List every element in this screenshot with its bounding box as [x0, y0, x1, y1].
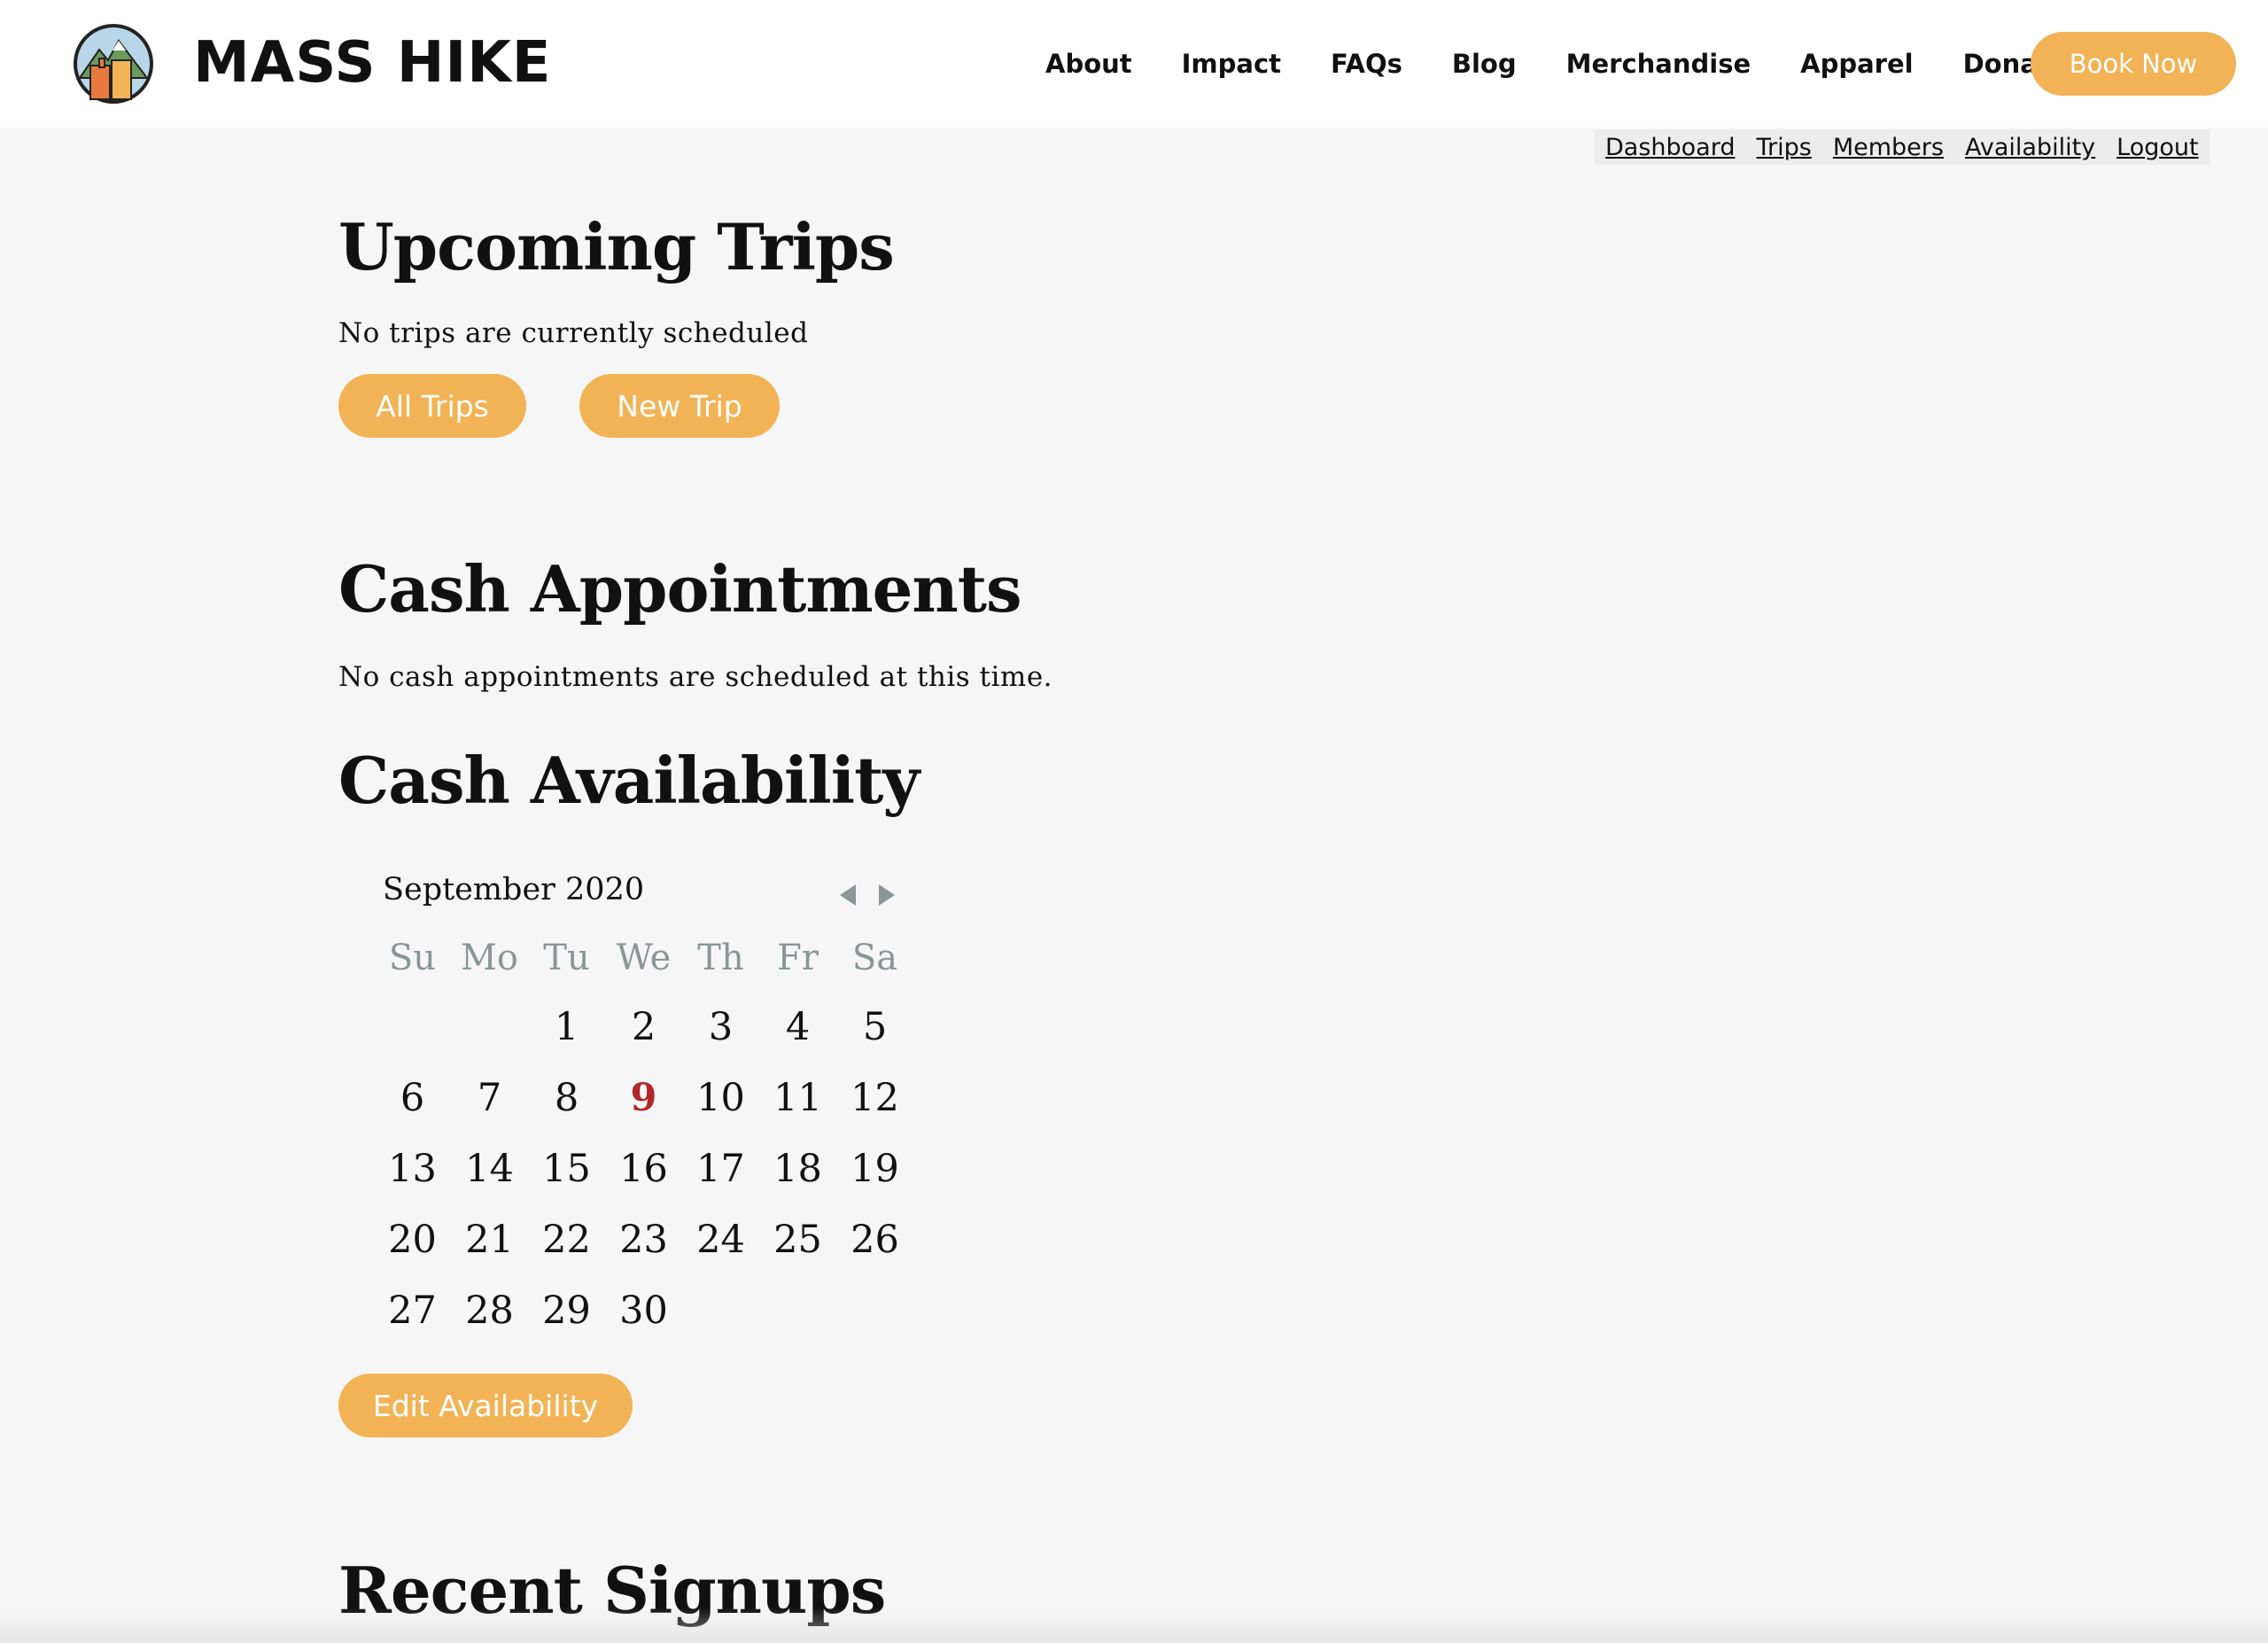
calendar-day[interactable]: 17	[682, 1147, 759, 1191]
top-navigation-bar: MASS HIKE About Impact FAQs Blog Merchan…	[0, 0, 2268, 128]
brand-name[interactable]: MASS HIKE	[193, 23, 552, 103]
weekday-label: We	[616, 938, 672, 978]
nav-blog[interactable]: Blog	[1452, 49, 1517, 79]
weekday-label: Su	[388, 938, 437, 978]
calendar-day[interactable]: 16	[605, 1147, 682, 1191]
nav-about[interactable]: About	[1045, 49, 1132, 79]
calendar-empty-cell	[836, 1289, 913, 1333]
calendar-week-row: 6 7 8 9 10 11 12	[374, 1076, 913, 1120]
calendar-day[interactable]: 10	[682, 1076, 759, 1120]
calendar-day[interactable]: 2	[605, 1005, 682, 1049]
nav-faqs[interactable]: FAQs	[1331, 49, 1402, 79]
calendar-day[interactable]: 8	[528, 1076, 605, 1120]
calendar-day[interactable]: 25	[759, 1218, 836, 1262]
calendar-day[interactable]: 26	[836, 1218, 913, 1262]
calendar-day[interactable]: 6	[374, 1076, 451, 1120]
book-now-button[interactable]: Book Now	[2031, 32, 2236, 96]
calendar-week-row: 20 21 22 23 24 25 26	[374, 1218, 913, 1262]
calendar-weekday-row: Su Mo Tu We Th Fr Sa	[374, 938, 913, 978]
calendar-day[interactable]: 28	[451, 1289, 528, 1333]
cash-appointments-empty-text: No cash appointments are scheduled at th…	[338, 661, 1053, 693]
calendar-day[interactable]: 13	[374, 1147, 451, 1191]
calendar-day[interactable]: 11	[759, 1076, 836, 1120]
weekday-label: Th	[697, 938, 744, 978]
bottom-fade	[0, 1608, 2268, 1643]
calendar-week-row: 13 14 15 16 17 18 19	[374, 1147, 913, 1191]
nav-impact[interactable]: Impact	[1182, 49, 1281, 79]
calendar-day[interactable]: 4	[759, 1005, 836, 1049]
calendar-empty-cell	[759, 1289, 836, 1333]
calendar-empty-cell	[374, 1005, 451, 1049]
all-trips-button[interactable]: All Trips	[338, 374, 526, 438]
calendar-day[interactable]: 29	[528, 1289, 605, 1333]
calendar-week-row: 12345	[374, 1005, 913, 1049]
subnav-logout[interactable]: Logout	[2117, 134, 2198, 161]
subnav-members[interactable]: Members	[1833, 134, 1944, 161]
weekday-label: Tu	[543, 938, 590, 978]
calendar-day[interactable]: 19	[836, 1147, 913, 1191]
calendar-month-label: September 2020	[383, 872, 645, 907]
calendar-day[interactable]: 22	[528, 1218, 605, 1262]
calendar-week-row: 27 28 29 30	[374, 1289, 913, 1333]
subnav-trips[interactable]: Trips	[1756, 134, 1811, 161]
upcoming-trips-empty-text: No trips are currently scheduled	[338, 317, 809, 349]
edit-availability-button[interactable]: Edit Availability	[338, 1374, 633, 1437]
calendar-day[interactable]: 14	[451, 1147, 528, 1191]
cash-availability-heading: Cash Availability	[338, 743, 920, 818]
nav-merchandise[interactable]: Merchandise	[1566, 49, 1751, 79]
upcoming-trips-heading: Upcoming Trips	[338, 209, 895, 284]
calendar-day[interactable]: 15	[528, 1147, 605, 1191]
nav-apparel[interactable]: Apparel	[1800, 49, 1913, 79]
calendar-day[interactable]: 20	[374, 1218, 451, 1262]
cash-appointments-heading: Cash Appointments	[338, 551, 1022, 627]
weekday-label: Mo	[460, 938, 519, 978]
calendar-day[interactable]: 21	[451, 1218, 528, 1262]
calendar-empty-cell	[682, 1289, 759, 1333]
subnav-availability[interactable]: Availability	[1965, 134, 2095, 161]
chevron-right-icon[interactable]	[879, 884, 895, 906]
calendar-day[interactable]: 18	[759, 1147, 836, 1191]
calendar-empty-cell	[451, 1005, 528, 1049]
calendar-day[interactable]: 12	[836, 1076, 913, 1120]
calendar-day[interactable]: 30	[605, 1289, 682, 1333]
subnav-dashboard[interactable]: Dashboard	[1605, 134, 1735, 161]
calendar-day[interactable]: 5	[836, 1005, 913, 1049]
weekday-label: Fr	[777, 938, 819, 978]
calendar-day[interactable]: 7	[451, 1076, 528, 1120]
chevron-left-icon[interactable]	[840, 884, 856, 906]
weekday-label: Sa	[851, 938, 898, 978]
calendar-day[interactable]: 9	[605, 1076, 682, 1120]
mountain-logo-icon[interactable]	[73, 23, 154, 105]
calendar-day[interactable]: 1	[528, 1005, 605, 1049]
main-nav: About Impact FAQs Blog Merchandise Appar…	[1045, 32, 2117, 96]
calendar-day[interactable]: 23	[605, 1218, 682, 1262]
admin-subnav: Dashboard Trips Members Availability Log…	[1595, 129, 2210, 165]
calendar-day[interactable]: 27	[374, 1289, 451, 1333]
new-trip-button[interactable]: New Trip	[579, 374, 780, 438]
calendar-day[interactable]: 3	[682, 1005, 759, 1049]
calendar-nav	[840, 884, 918, 906]
calendar-day[interactable]: 24	[682, 1218, 759, 1262]
